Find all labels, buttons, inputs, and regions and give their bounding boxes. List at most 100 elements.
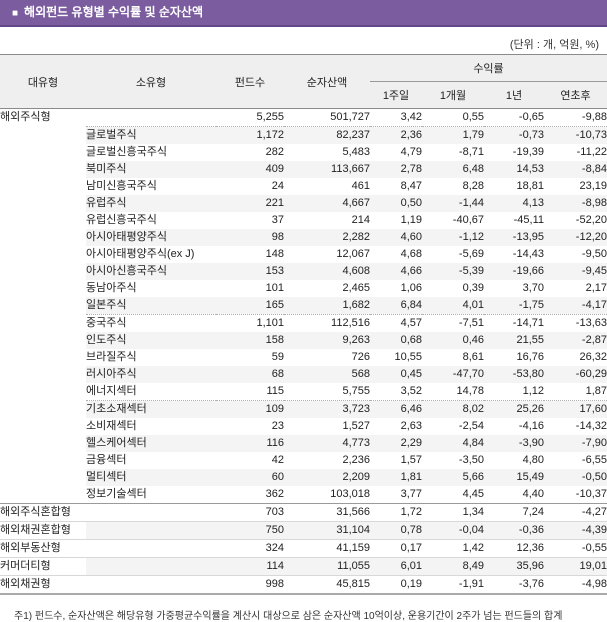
return-1m-cell: 0,55 xyxy=(422,108,484,127)
return-1y-cell: -4,16 xyxy=(518,420,544,432)
fund-count-cell: 101 xyxy=(265,282,284,294)
return-1y-cell: 21,55 xyxy=(484,332,544,349)
return-1y-cell: 14,53 xyxy=(484,161,544,178)
return-1m-cell: 1,42 xyxy=(422,539,484,558)
fund-count-cell: 324 xyxy=(216,539,284,558)
table-row: 해외주식혼합형 703 31,566 1,72 1,34 7,24 -4,27 xyxy=(0,503,607,522)
return-1m-cell: 1,34 xyxy=(422,503,484,522)
sub-type-cell: 소비재섹터 xyxy=(86,420,137,432)
net-assets-cell: 568 xyxy=(284,366,370,383)
fund-count-cell: 409 xyxy=(216,161,284,178)
fund-count-cell: 42 xyxy=(271,454,284,466)
return-1y-cell: 7,24 xyxy=(484,503,544,522)
sub-type-cell xyxy=(86,557,216,576)
return-1y-cell: -53,80 xyxy=(484,366,544,383)
return-ytd-cell: -10,73 xyxy=(544,126,607,144)
return-1m-cell: -3,50 xyxy=(458,454,484,466)
return-1w-cell: 4,57 xyxy=(400,317,422,329)
header-returns-group: 수익률 xyxy=(370,54,607,82)
sub-type-cell: 에너지섹터 xyxy=(86,383,216,401)
sub-type-cell: 브라질주식 xyxy=(86,351,137,363)
sub-type-cell xyxy=(86,539,216,558)
sub-type-cell: 아시아태평양주식 xyxy=(86,229,216,246)
table-row: 글로벌주식 1,172 82,237 2,36 1,79 -0,73 -10,73 xyxy=(0,126,607,144)
return-1y-cell: 18,81 xyxy=(516,180,544,192)
return-ytd-cell: -14,32 xyxy=(575,420,607,432)
table-row: 인도주식 158 9,263 0,68 0,46 21,55 -2,87 xyxy=(0,332,607,349)
return-1m-cell: -7,51 xyxy=(458,317,484,329)
return-1w-cell: 1,72 xyxy=(370,503,422,522)
return-ytd-cell: -8,84 xyxy=(544,161,607,178)
return-ytd-cell: -4,27 xyxy=(544,503,607,522)
table-row: 소비재섹터 23 1,527 2,63 -2,54 -4,16 -14,32 xyxy=(0,418,607,435)
header-net-assets: 순자산액 xyxy=(284,54,370,109)
sub-type-cell: 아시아신흥국주식 xyxy=(86,263,216,280)
return-ytd-cell: -10,37 xyxy=(544,486,607,504)
fund-count-cell: 98 xyxy=(216,229,284,246)
return-ytd-cell: -12,20 xyxy=(544,229,607,246)
net-assets-cell: 12,067 xyxy=(336,248,370,260)
return-1w-cell: 10,55 xyxy=(394,351,422,363)
fund-count-cell: 362 xyxy=(216,486,284,504)
return-ytd-cell: 26,32 xyxy=(579,351,607,363)
return-1y-cell: -3,90 xyxy=(484,435,544,452)
table-row: 유럽주식 221 4,667 0,50 -1,44 4,13 -8,98 xyxy=(0,195,607,212)
table-row: 아시아태평양주식 98 2,282 4,60 -1,12 -13,95 -12,20 xyxy=(0,229,607,246)
return-1m-cell: 4,84 xyxy=(422,435,484,452)
fund-count-cell: 282 xyxy=(265,146,284,158)
header-return-ytd: 연초후 xyxy=(544,81,607,109)
fund-count-cell: 750 xyxy=(216,521,284,540)
fund-count-cell: 153 xyxy=(216,263,284,280)
table-row: 글로벌신흥국주식 282 5,483 4,79 -8,71 -19,39 -11,22 xyxy=(0,144,607,161)
sub-type-cell: 유럽신흥국주식 xyxy=(86,214,157,226)
return-1m-cell: -1,12 xyxy=(422,229,484,246)
return-ytd-cell: -8,98 xyxy=(544,195,607,212)
fund-count-cell: 37 xyxy=(271,214,284,226)
header-return-1m: 1개월 xyxy=(422,81,484,109)
return-1m-cell: -40,67 xyxy=(452,214,484,226)
return-1m-cell: 14,78 xyxy=(422,383,484,401)
return-ytd-cell: -60,29 xyxy=(544,366,607,383)
return-1w-cell: 2,29 xyxy=(370,435,422,452)
return-ytd-cell: -13,63 xyxy=(575,317,607,329)
table-row: 브라질주식 59 726 10,55 8,61 16,76 26,32 xyxy=(0,349,607,366)
return-1w-cell: 0,50 xyxy=(370,195,422,212)
return-1w-cell: 6,01 xyxy=(370,557,422,576)
return-1y-cell: -14,43 xyxy=(512,248,544,260)
return-1w-cell: 0,45 xyxy=(370,366,422,383)
return-1w-cell: 0,19 xyxy=(370,575,422,595)
return-ytd-cell: 2,17 xyxy=(585,282,607,294)
sub-type-cell: 유럽주식 xyxy=(86,195,216,212)
fund-count-cell: 221 xyxy=(216,195,284,212)
net-assets-cell: 103,018 xyxy=(284,486,370,504)
net-assets-cell: 2,282 xyxy=(284,229,370,246)
return-1w-cell: 1,81 xyxy=(370,469,422,486)
net-assets-cell: 5,483 xyxy=(342,146,370,158)
return-ytd-cell: -9,88 xyxy=(544,108,607,127)
sub-type-cell: 멀티섹터 xyxy=(86,469,216,486)
return-1y-cell: -19,39 xyxy=(512,146,544,158)
table-row: 해외부동산형 324 41,159 0,17 1,42 12,36 -0,55 xyxy=(0,539,607,558)
net-assets-cell: 461 xyxy=(351,180,370,192)
return-1y-cell: -19,66 xyxy=(484,263,544,280)
sub-type-cell: 동남아주식 xyxy=(86,282,137,294)
sub-type-cell xyxy=(86,108,216,127)
sub-type-cell: 정보기술섹터 xyxy=(86,486,216,504)
fund-count-cell: 24 xyxy=(271,180,284,192)
return-1m-cell: 8,49 xyxy=(422,557,484,576)
fund-count-cell: 109 xyxy=(216,400,284,418)
header-sub-type: 소유형 xyxy=(86,54,216,109)
return-ytd-cell: -11,22 xyxy=(576,146,607,158)
net-assets-cell: 11,055 xyxy=(284,557,370,576)
return-1w-cell: 0,68 xyxy=(370,332,422,349)
fund-count-cell: 59 xyxy=(271,351,284,363)
fund-count-cell: 60 xyxy=(216,469,284,486)
sub-type-cell: 북미주식 xyxy=(86,161,216,178)
net-assets-cell: 45,815 xyxy=(284,575,370,595)
unit-note: (단위 : 개, 억원, %) xyxy=(509,39,599,51)
return-1m-cell: 8,02 xyxy=(422,400,484,418)
return-1w-cell: 8,47 xyxy=(400,180,422,192)
return-1m-cell: -5,69 xyxy=(458,248,484,260)
return-1y-cell: -14,71 xyxy=(512,317,544,329)
return-ytd-cell: -9,50 xyxy=(581,248,607,260)
